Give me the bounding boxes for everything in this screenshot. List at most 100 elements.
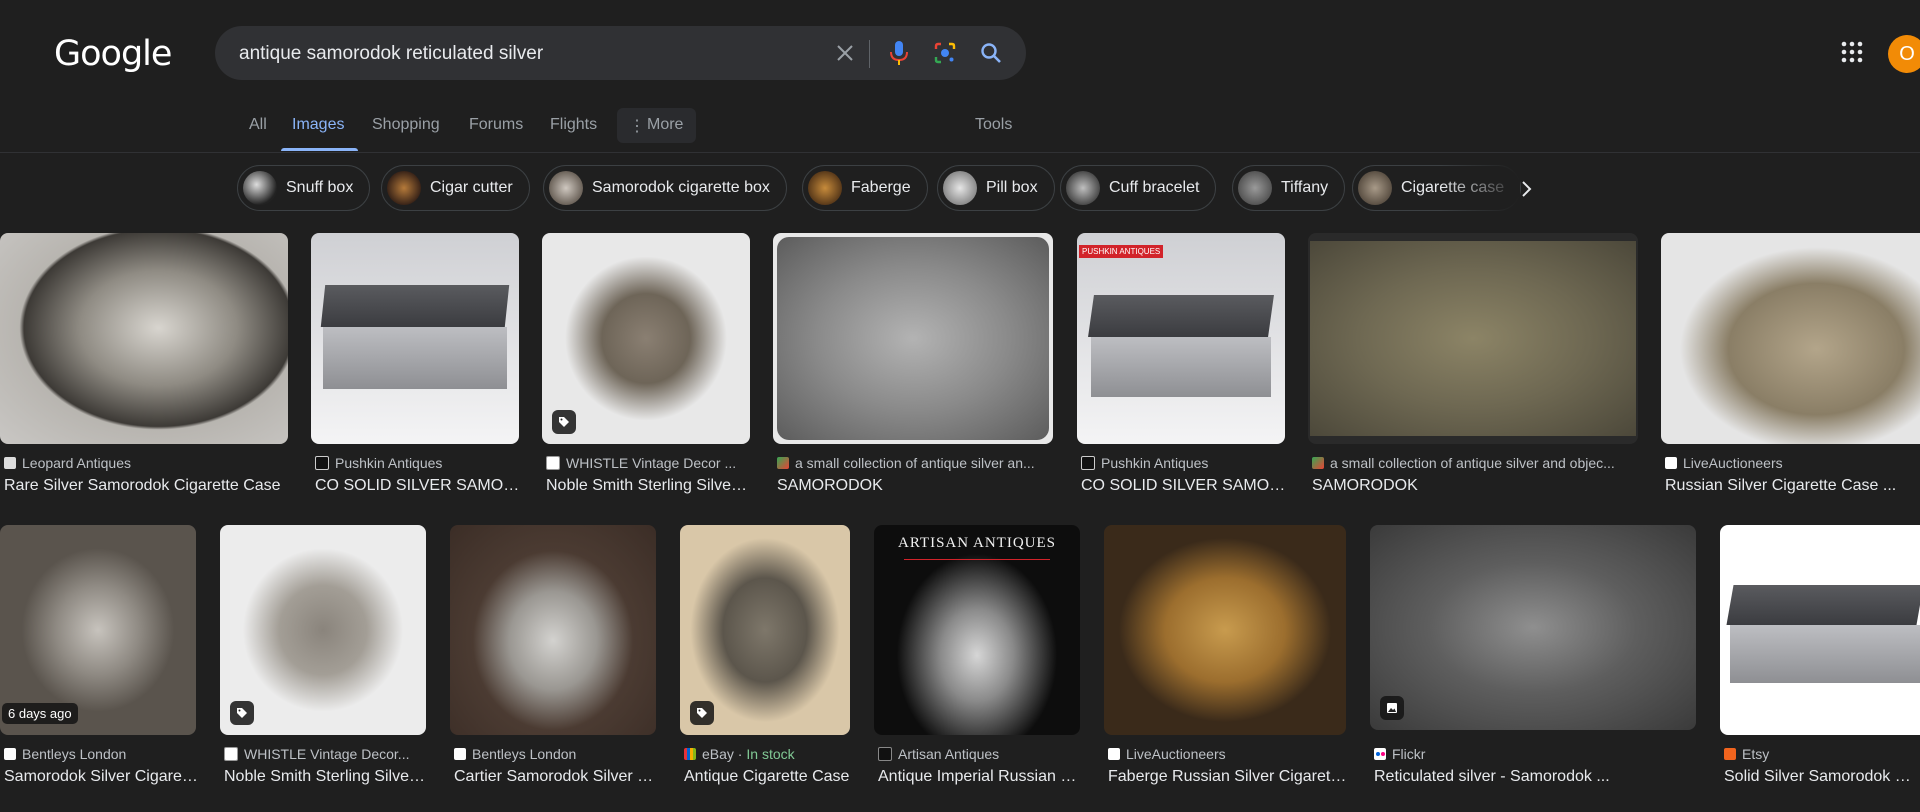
- result-source[interactable]: LiveAuctioneers: [1665, 455, 1920, 471]
- chip-label: Snuff box: [286, 179, 354, 196]
- search-box[interactable]: [215, 26, 1026, 82]
- result-title[interactable]: SAMORODOK: [1312, 477, 1640, 495]
- result-source[interactable]: eBay · In stock: [684, 746, 852, 762]
- pushkin-label: PUSHKIN ANTIQUES: [1079, 245, 1164, 258]
- chip-cigar-cutter[interactable]: Cigar cutter: [381, 165, 530, 211]
- box-body: [1730, 625, 1920, 683]
- result-thumbnail[interactable]: [1308, 233, 1638, 444]
- account-avatar[interactable]: O: [1888, 35, 1920, 73]
- clear-icon[interactable]: [831, 39, 859, 67]
- site-favicon: [4, 457, 16, 469]
- shopping-tag-icon: [230, 701, 254, 725]
- chip-label: Tiffany: [1281, 179, 1329, 196]
- tab-all[interactable]: All: [249, 116, 267, 134]
- result-source[interactable]: Etsy: [1724, 746, 1920, 762]
- site-favicon: [4, 748, 16, 760]
- site-favicon: [1108, 748, 1120, 760]
- site-favicon: [315, 456, 329, 470]
- google-logo[interactable]: Google: [54, 34, 172, 74]
- result-title[interactable]: Noble Smith Sterling Silver Cuff: [546, 477, 752, 495]
- result-source[interactable]: Bentleys London: [454, 746, 658, 762]
- result-thumbnail[interactable]: [450, 525, 656, 735]
- chip-thumbnail: [1238, 171, 1272, 205]
- chevron-right-icon[interactable]: [1512, 175, 1540, 203]
- result-source[interactable]: Leopard Antiques: [4, 455, 290, 471]
- result-title[interactable]: Antique Imperial Russian Silver: [878, 768, 1082, 786]
- more-vert-icon: ⋮: [629, 118, 645, 135]
- chip-samorodok-cigarette-box[interactable]: Samorodok cigarette box: [543, 165, 787, 211]
- result-source[interactable]: a small collection of antique silver and…: [1312, 455, 1640, 471]
- site-favicon: [224, 747, 238, 761]
- site-favicon: [878, 747, 892, 761]
- result-thumbnail[interactable]: [1104, 525, 1346, 735]
- result-source[interactable]: Pushkin Antiques: [315, 455, 521, 471]
- tab-shopping[interactable]: Shopping: [372, 116, 440, 134]
- refinement-chips: Snuff box Cigar cutter Samorodok cigaret…: [0, 165, 1920, 213]
- result-thumbnail[interactable]: [1720, 525, 1920, 735]
- result-title[interactable]: SAMORODOK: [777, 477, 1055, 495]
- tab-more-label: More: [647, 116, 684, 133]
- wordmark-underline: [904, 559, 1050, 560]
- result-thumbnail[interactable]: [0, 233, 288, 444]
- result-title[interactable]: Samorodok Silver Cigarette Box: [4, 768, 198, 786]
- result-source[interactable]: Pushkin Antiques: [1081, 455, 1287, 471]
- chip-thumbnail: [1358, 171, 1392, 205]
- chip-faberge[interactable]: Faberge: [802, 165, 928, 211]
- result-thumbnail[interactable]: [1370, 525, 1696, 730]
- etsy-favicon: [1724, 748, 1736, 760]
- lens-search-icon[interactable]: [931, 39, 959, 67]
- voice-search-icon[interactable]: [885, 39, 913, 67]
- tab-active-indicator: [281, 148, 358, 151]
- chip-cuff-bracelet[interactable]: Cuff bracelet: [1060, 165, 1217, 211]
- result-source[interactable]: Artisan Antiques: [878, 746, 1082, 762]
- chip-thumbnail: [1066, 171, 1100, 205]
- search-tabs: All Images Shopping Forums Flights ⋮ Mor…: [0, 100, 1920, 153]
- result-title[interactable]: Noble Smith Sterling Silver Cuff: [224, 768, 428, 786]
- chip-label: Samorodok cigarette box: [592, 179, 770, 196]
- result-thumbnail[interactable]: PUSHKIN ANTIQUES: [1077, 233, 1285, 444]
- tab-tools[interactable]: Tools: [975, 116, 1012, 134]
- chip-thumbnail: [549, 171, 583, 205]
- result-title[interactable]: CO SOLID SILVER SAMORODOK BOX: [315, 477, 521, 495]
- image-icon: [1380, 696, 1404, 720]
- apps-grid-icon[interactable]: [1840, 40, 1864, 69]
- flickr-favicon: [1374, 748, 1386, 760]
- result-title[interactable]: Reticulated silver - Samorodok ...: [1374, 768, 1698, 786]
- site-favicon: [777, 457, 789, 469]
- search-divider: [869, 40, 870, 68]
- result-source[interactable]: LiveAuctioneers: [1108, 746, 1348, 762]
- result-source[interactable]: WHISTLE Vintage Decor ...: [546, 455, 752, 471]
- result-title[interactable]: Antique Cigarette Case: [684, 768, 852, 786]
- result-title[interactable]: Russian Silver Cigarette Case ...: [1665, 477, 1920, 495]
- result-source[interactable]: Flickr: [1374, 746, 1698, 762]
- result-thumbnail[interactable]: ARTISAN ANTIQUES: [874, 525, 1080, 735]
- shopping-tag-icon: [552, 410, 576, 434]
- result-title[interactable]: Solid Silver Samorodok Box: [1724, 768, 1920, 786]
- date-badge: 6 days ago: [2, 703, 78, 724]
- search-input[interactable]: [237, 26, 801, 82]
- search-icon[interactable]: [977, 39, 1005, 67]
- result-title[interactable]: CO SOLID SILVER SAMORODOK BOX: [1081, 477, 1287, 495]
- chip-thumbnail: [243, 171, 277, 205]
- tab-images[interactable]: Images: [292, 116, 344, 134]
- result-title[interactable]: Rare Silver Samorodok Cigarette Case: [4, 477, 290, 495]
- box-body: [1091, 337, 1271, 397]
- result-source[interactable]: Bentleys London: [4, 746, 198, 762]
- chip-snuff-box[interactable]: Snuff box: [237, 165, 371, 211]
- result-thumbnail[interactable]: [311, 233, 519, 444]
- chip-pill-box[interactable]: Pill box: [937, 165, 1055, 211]
- result-source[interactable]: a small collection of antique silver an.…: [777, 455, 1055, 471]
- result-title[interactable]: Cartier Samorodok Silver Box: [454, 768, 658, 786]
- result-thumbnail[interactable]: [773, 233, 1053, 444]
- tab-flights[interactable]: Flights: [550, 116, 597, 134]
- chip-thumbnail: [943, 171, 977, 205]
- box-lid: [1726, 585, 1920, 625]
- chip-label: Pill box: [986, 179, 1038, 196]
- tab-forums[interactable]: Forums: [469, 116, 523, 134]
- result-thumbnail[interactable]: [1661, 233, 1920, 444]
- chip-tiffany[interactable]: Tiffany: [1232, 165, 1346, 211]
- chip-label: Faberge: [851, 179, 911, 196]
- result-source[interactable]: WHISTLE Vintage Decor...: [224, 746, 428, 762]
- cigarette-case: [777, 237, 1049, 440]
- result-title[interactable]: Faberge Russian Silver Cigarette Case: [1108, 768, 1348, 786]
